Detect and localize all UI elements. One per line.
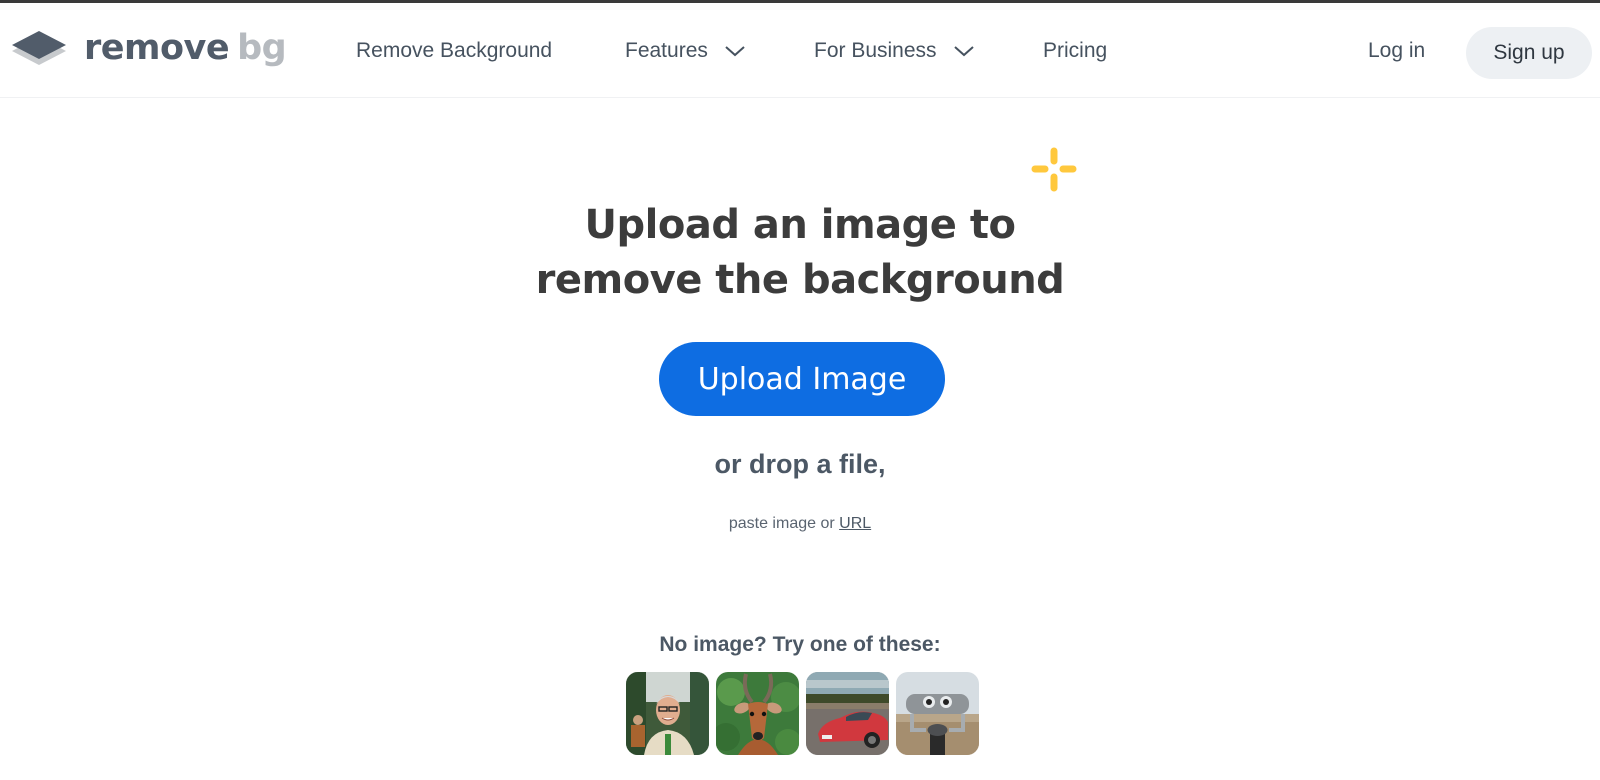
url-link[interactable]: URL xyxy=(839,515,871,532)
logo-text: remove bg xyxy=(84,27,287,68)
paste-image-text: paste image or URL xyxy=(600,515,1000,533)
sample-images-label: No image? Try one of these: xyxy=(659,633,941,656)
signup-button[interactable]: Sign up xyxy=(1466,27,1592,79)
nav-label: For Business xyxy=(814,39,937,62)
nav-label: Pricing xyxy=(1043,39,1108,62)
sample-image-animal[interactable] xyxy=(716,672,799,755)
headline-line-1: Upload an image to xyxy=(584,202,1016,248)
paste-label: paste image or xyxy=(728,515,835,532)
sample-image-car[interactable] xyxy=(806,672,889,755)
page-headline: Upload an image to remove the background xyxy=(500,198,1100,308)
logo-link[interactable]: remove bg xyxy=(10,27,287,71)
logo-word-bg: bg xyxy=(237,27,287,68)
drop-file-text: or drop a file, xyxy=(714,449,886,479)
person-photo xyxy=(626,672,709,755)
sample-image-object[interactable] xyxy=(896,672,979,755)
nav-pricing[interactable]: Pricing xyxy=(1043,39,1107,63)
sparkle-icon xyxy=(1031,147,1077,192)
site-header: remove bg Remove Background Features For … xyxy=(0,3,1600,98)
sample-image-person[interactable] xyxy=(626,672,709,755)
logo-word-remove: remove xyxy=(84,27,230,68)
upload-image-button[interactable]: Upload Image xyxy=(659,342,945,416)
car-photo xyxy=(806,672,889,755)
nav-remove-background[interactable]: Remove Background xyxy=(356,39,552,63)
nav-features[interactable]: Features xyxy=(625,39,746,63)
nav-label: Features xyxy=(625,39,708,62)
chevron-down-icon xyxy=(725,46,745,57)
chevron-down-icon xyxy=(953,46,974,57)
binoculars-photo xyxy=(896,672,979,755)
login-link[interactable]: Log in xyxy=(1368,39,1425,63)
sample-images-list xyxy=(626,672,979,755)
logo-icon xyxy=(12,31,66,65)
nav-label: Remove Background xyxy=(356,39,553,62)
impala-photo xyxy=(716,672,799,755)
nav-for-business[interactable]: For Business xyxy=(814,39,975,63)
headline-line-2: remove the background xyxy=(535,257,1065,303)
